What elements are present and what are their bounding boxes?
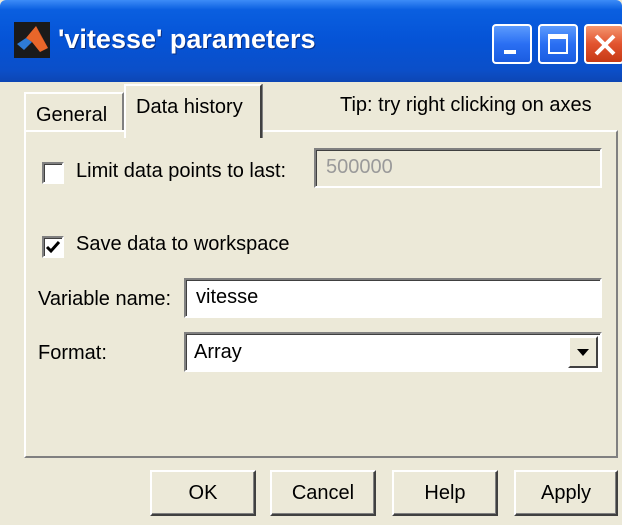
save-workspace-label: Save data to workspace <box>76 233 290 255</box>
maximize-icon <box>548 34 568 54</box>
title-bar[interactable]: 'vitesse' parameters <box>0 0 622 82</box>
format-dropdown-button[interactable] <box>568 336 598 368</box>
close-icon <box>594 34 616 56</box>
tab-general[interactable]: General <box>24 92 124 132</box>
minimize-button[interactable] <box>492 24 532 64</box>
limit-points-input[interactable]: 500000 <box>314 148 602 188</box>
tab-data-history-label: Data history <box>136 96 243 118</box>
variable-name-input[interactable]: vitesse <box>184 278 602 318</box>
limit-points-checkbox[interactable] <box>42 162 64 184</box>
close-button[interactable] <box>584 24 622 64</box>
format-select[interactable]: Array <box>184 332 602 372</box>
apply-button[interactable]: Apply <box>514 470 618 516</box>
limit-points-label: Limit data points to last: <box>76 160 287 182</box>
format-label: Format: <box>38 342 107 364</box>
minimize-icon <box>504 50 516 54</box>
help-button[interactable]: Help <box>392 470 498 516</box>
format-selected-value: Array <box>194 341 242 363</box>
tip-text: Tip: try right clicking on axes <box>340 94 592 116</box>
check-icon <box>45 241 61 254</box>
variable-name-label: Variable name: <box>38 288 172 310</box>
dialog-window: 'vitesse' parameters General Data histor… <box>0 0 622 525</box>
tab-data-history[interactable]: Data history <box>124 84 262 138</box>
cancel-button[interactable]: Cancel <box>270 470 376 516</box>
tab-general-label: General <box>36 104 108 126</box>
maximize-button[interactable] <box>538 24 578 64</box>
dropdown-arrow-icon <box>577 349 589 356</box>
ok-button[interactable]: OK <box>150 470 256 516</box>
matlab-logo-icon <box>14 22 50 58</box>
window-title: 'vitesse' parameters <box>58 24 316 54</box>
save-workspace-checkbox[interactable] <box>42 236 64 258</box>
